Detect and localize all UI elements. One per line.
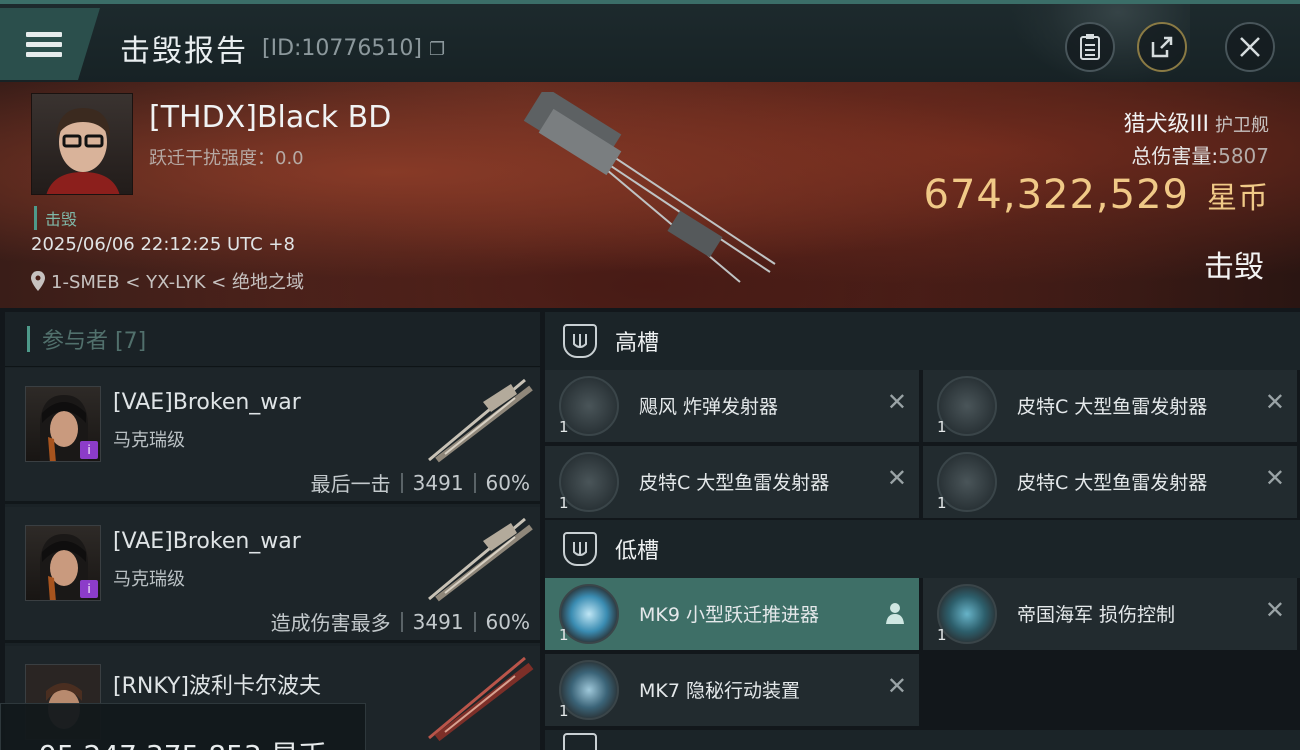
participant-ship-image: [428, 517, 533, 602]
isk-value: 674,322,529 星币: [923, 172, 1269, 218]
participant-card[interactable]: i [VAE]Broken_war 马克瑞级 造成伤害最多 3491 60%: [5, 507, 540, 643]
victim-name[interactable]: [THDX]Black BD: [149, 100, 391, 135]
status-badge: 击毁: [34, 206, 77, 230]
module-item[interactable]: 1 帝国海军 损伤控制 ✕: [923, 578, 1297, 650]
menu-button[interactable]: [0, 8, 100, 80]
person-icon: [886, 603, 904, 624]
top-bar: 击毁报告 [ID:10776510] ❐: [0, 0, 1300, 86]
participant-card[interactable]: i [VAE]Broken_war 马克瑞级 最后一击 3491 60%: [5, 368, 540, 504]
character-portrait-icon: [46, 108, 120, 194]
participant-name[interactable]: [VAE]Broken_war: [113, 390, 301, 415]
location-pin-icon: [31, 271, 45, 291]
module-item[interactable]: 1 皮特C 大型鱼雷发射器 ✕: [923, 446, 1297, 518]
participant-stats: 最后一击 3491 60%: [310, 470, 530, 497]
close-icon: [1240, 37, 1260, 57]
participant-ship: 马克瑞级: [113, 569, 185, 590]
participant-ship-image: [428, 656, 534, 742]
avatar: i: [25, 525, 101, 601]
close-button[interactable]: [1225, 22, 1275, 72]
module-item[interactable]: 1 MK9 小型跃迁推进器: [545, 578, 919, 650]
low-slot-header: 低槽: [545, 520, 1300, 578]
role-badge-icon: i: [80, 580, 98, 598]
victim-ship-image[interactable]: [510, 92, 790, 292]
participant-name[interactable]: [RNKY]波利卡尔波夫: [113, 668, 321, 700]
high-slot-header: 高槽: [545, 312, 1300, 370]
warp-strength: 跃迁干扰强度：0.0: [149, 148, 304, 169]
module-item[interactable]: 1 MK7 隐秘行动装置 ✕: [545, 654, 919, 726]
avatar: i: [25, 386, 101, 462]
participant-ship-image: [428, 378, 533, 463]
participants-header: 参与者 [7]: [5, 312, 540, 367]
next-slot-header: [545, 730, 1300, 750]
page-title: 击毁报告: [120, 34, 248, 69]
module-item[interactable]: 1 皮特C 大型鱼雷发射器 ✕: [923, 370, 1297, 442]
participant-stats: 造成伤害最多 3491 60%: [270, 609, 530, 636]
module-item[interactable]: 1 皮特C 大型鱼雷发射器 ✕: [545, 446, 919, 518]
destroyed-icon: ✕: [886, 388, 907, 416]
kill-result: 击毁: [1204, 250, 1264, 285]
total-damage: 总伤害量:5807: [1131, 144, 1269, 168]
destroyed-icon: ✕: [1264, 388, 1285, 416]
clipboard-button[interactable]: [1065, 22, 1115, 72]
low-slot-icon: [563, 532, 597, 566]
share-button[interactable]: [1137, 22, 1187, 72]
participant-name[interactable]: [VAE]Broken_war: [113, 529, 301, 554]
fleet-isk-overlay: 95,247,375,853 星币: [0, 703, 366, 750]
hamburger-icon: [26, 27, 62, 62]
module-item[interactable]: 1 飓风 炸弹发射器 ✕: [545, 370, 919, 442]
participant-ship: 马克瑞级: [113, 430, 185, 451]
clipboard-icon: [1080, 34, 1100, 60]
participants-panel: 参与者 [7] i [VAE]Broken_war 马克瑞级 最后一击 3491: [5, 312, 540, 750]
destroyed-icon: ✕: [886, 464, 907, 492]
victim-ship-class[interactable]: 猎犬级III 护卫舰: [1124, 106, 1269, 138]
share-icon: [1151, 36, 1173, 58]
copy-icon[interactable]: ❐: [429, 39, 445, 60]
destroyed-icon: ✕: [1264, 464, 1285, 492]
kill-location[interactable]: 1-SMEB < YX-LYK < 绝地之域: [31, 268, 304, 294]
slot-icon: [563, 733, 597, 750]
fitting-panel: 高槽 1 飓风 炸弹发射器 ✕ 1 皮特C 大型鱼雷发射器 ✕ 1 皮特C 大型…: [545, 312, 1300, 750]
role-badge-icon: i: [80, 441, 98, 459]
destroyed-icon: ✕: [886, 672, 907, 700]
victim-banner: [THDX]Black BD 跃迁干扰强度：0.0 击毁 2025/06/06 …: [0, 82, 1300, 308]
report-id[interactable]: [ID:10776510] ❐: [262, 36, 445, 61]
victim-portrait[interactable]: [31, 93, 133, 195]
destroyed-icon: ✕: [1264, 596, 1285, 624]
high-slot-icon: [563, 324, 597, 358]
kill-datetime: 2025/06/06 22:12:25 UTC +8: [31, 234, 295, 255]
